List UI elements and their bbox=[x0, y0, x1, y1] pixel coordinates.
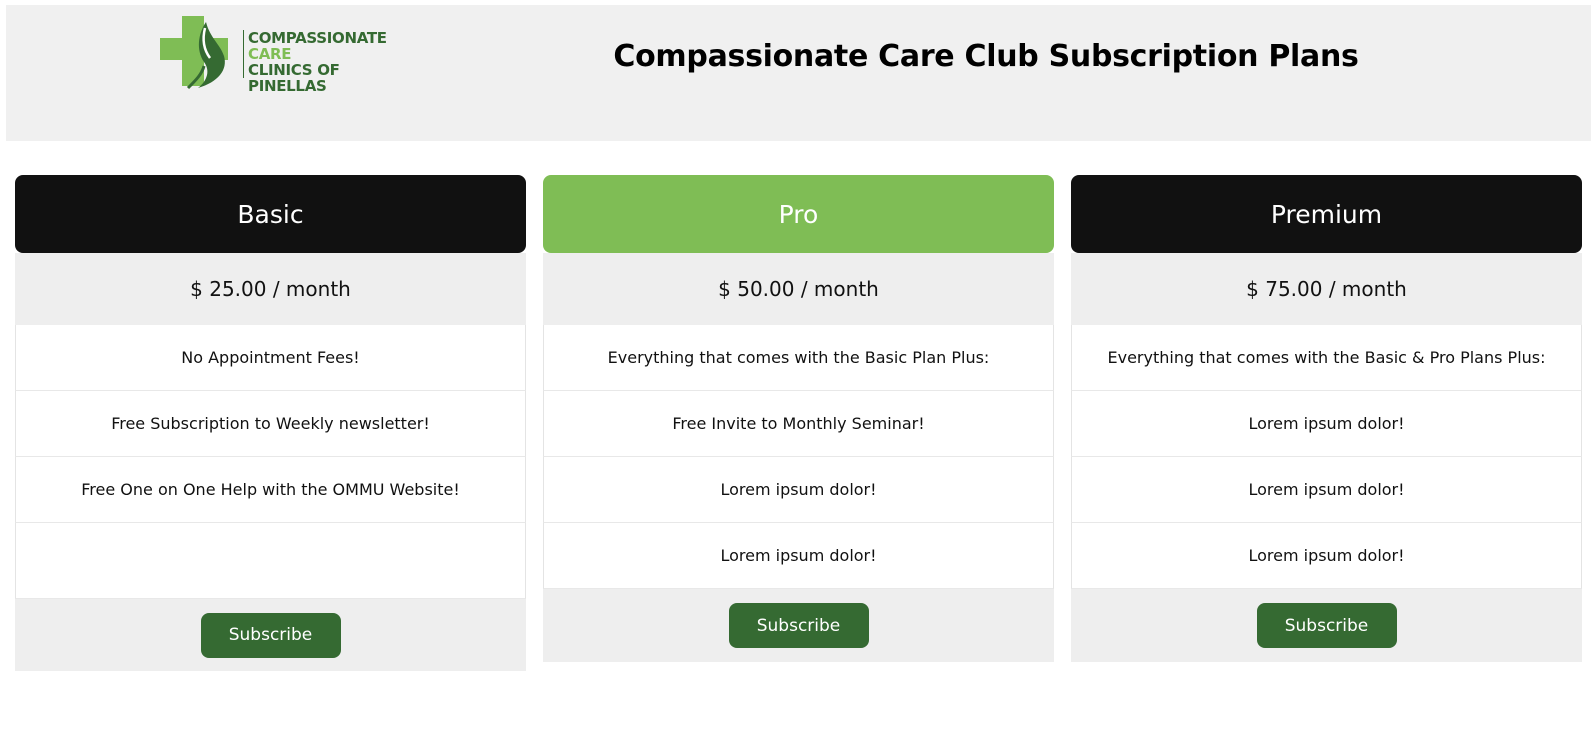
plan-price: $ 75.00 / month bbox=[1071, 253, 1582, 325]
plan-feature: Lorem ipsum dolor! bbox=[1071, 391, 1582, 457]
plan-name: Pro bbox=[543, 175, 1054, 253]
plan-feature: Free One on One Help with the OMMU Websi… bbox=[15, 457, 526, 523]
plan-feature: Lorem ipsum dolor! bbox=[543, 457, 1054, 523]
subscribe-button-basic[interactable]: Subscribe bbox=[200, 612, 341, 658]
page-title: Compassionate Care Club Subscription Pla… bbox=[613, 39, 1359, 74]
plan-feature: Free Invite to Monthly Seminar! bbox=[543, 391, 1054, 457]
medical-cross-icon bbox=[160, 16, 228, 90]
plan-name: Basic bbox=[15, 175, 526, 253]
plan-feature: Everything that comes with the Basic & P… bbox=[1071, 325, 1582, 391]
subscribe-button-premium[interactable]: Subscribe bbox=[1256, 603, 1397, 648]
logo-divider bbox=[243, 30, 244, 78]
plan-card-pro: Pro $ 50.00 / month Everything that come… bbox=[543, 175, 1054, 662]
plan-feature: Free Subscription to Weekly newsletter! bbox=[15, 391, 526, 457]
plan-footer: Subscribe bbox=[543, 589, 1054, 662]
plan-footer: Subscribe bbox=[15, 599, 526, 671]
plan-feature: No Appointment Fees! bbox=[15, 325, 526, 391]
page-header: COMPASSIONATE CARE CLINICS OF PINELLAS C… bbox=[6, 5, 1591, 141]
plan-card-premium: Premium $ 75.00 / month Everything that … bbox=[1071, 175, 1582, 662]
plan-feature-empty bbox=[15, 523, 526, 599]
subscribe-button-pro[interactable]: Subscribe bbox=[728, 603, 869, 648]
plan-feature: Lorem ipsum dolor! bbox=[1071, 523, 1582, 589]
plan-feature: Lorem ipsum dolor! bbox=[1071, 457, 1582, 523]
plan-card-basic: Basic $ 25.00 / month No Appointment Fee… bbox=[15, 175, 526, 671]
plan-feature: Everything that comes with the Basic Pla… bbox=[543, 325, 1054, 391]
plan-footer: Subscribe bbox=[1071, 589, 1582, 662]
plan-price: $ 25.00 / month bbox=[15, 253, 526, 325]
plan-name: Premium bbox=[1071, 175, 1582, 253]
plan-feature: Lorem ipsum dolor! bbox=[543, 523, 1054, 589]
plan-price: $ 50.00 / month bbox=[543, 253, 1054, 325]
clinic-logo[interactable]: COMPASSIONATE CARE CLINICS OF PINELLAS bbox=[158, 10, 418, 94]
